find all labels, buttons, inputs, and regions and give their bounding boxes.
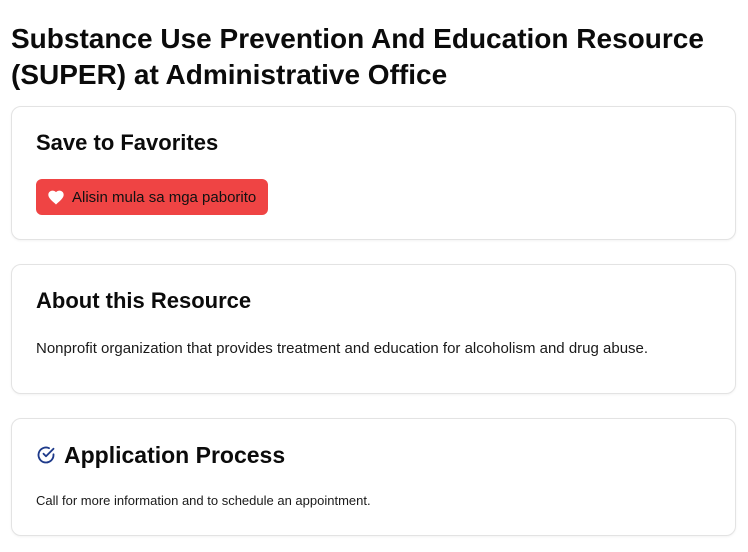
about-description: Nonprofit organization that provides tre… (36, 340, 649, 357)
heart-icon (48, 190, 64, 205)
application-heading: Application Process (64, 442, 286, 468)
about-card: About this Resource Nonprofit organizati… (11, 264, 736, 394)
favorites-heading: Save to Favorites (36, 130, 219, 155)
application-card: Application Process Call for more inform… (11, 418, 736, 536)
remove-favorite-button[interactable]: Alisin mula sa mga paborito (36, 179, 269, 215)
application-description: Call for more information and to schedul… (36, 493, 371, 508)
page-title: Substance Use Prevention And Education R… (11, 22, 704, 90)
favorites-card: Save to Favorites Alisin mula sa mga pab… (11, 106, 736, 240)
remove-favorite-label: Alisin mula sa mga paborito (72, 188, 257, 206)
about-heading: About this Resource (36, 288, 252, 313)
check-circle-icon (36, 445, 56, 470)
